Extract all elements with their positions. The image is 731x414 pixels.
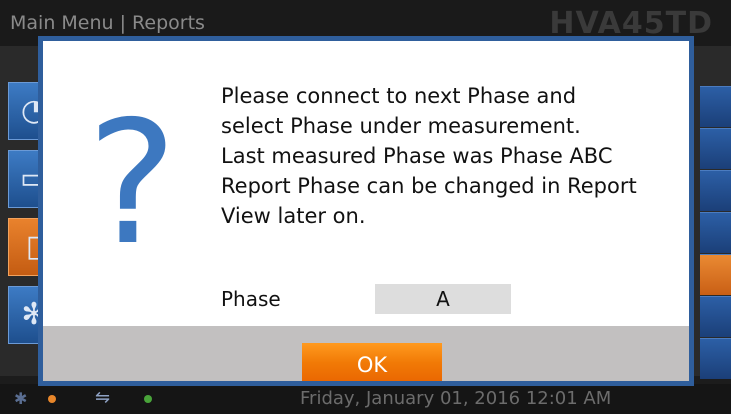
bluetooth-icon: ✱ (14, 389, 28, 408)
phase-select[interactable]: A (375, 284, 511, 314)
list-row[interactable] (700, 128, 731, 169)
list-row[interactable] (700, 86, 731, 127)
ok-button[interactable]: OK (302, 343, 442, 381)
message-line: Please connect to next Phase and (221, 84, 577, 108)
phase-dialog: ? Please connect to next Phase and selec… (38, 36, 694, 386)
message-line: View later on. (221, 204, 366, 228)
message-line: select Phase under measurement. (221, 114, 581, 138)
dialog-button-bar: OK (43, 326, 689, 381)
list-row[interactable] (700, 296, 731, 337)
list-row[interactable] (700, 170, 731, 211)
list-row[interactable] (700, 212, 731, 253)
breadcrumb: Main Menu | Reports (10, 12, 205, 34)
bluetooth-status-dot (48, 395, 56, 403)
usb-icon: ⇋ (95, 387, 111, 408)
list-row-selected[interactable] (700, 254, 731, 295)
status-datetime: Friday, January 01, 2016 12:01 AM (300, 388, 612, 409)
status-bar: ✱ ⇋ Friday, January 01, 2016 12:01 AM (0, 384, 731, 414)
usb-status-dot (144, 395, 152, 403)
list-row[interactable] (700, 338, 731, 379)
dialog-message: Please connect to next Phase and select … (221, 81, 681, 231)
phase-label: Phase (221, 287, 281, 311)
message-line: Last measured Phase was Phase ABC (221, 144, 613, 168)
message-line: Report Phase can be changed in Report (221, 174, 637, 198)
question-mark-icon: ? (87, 85, 178, 283)
